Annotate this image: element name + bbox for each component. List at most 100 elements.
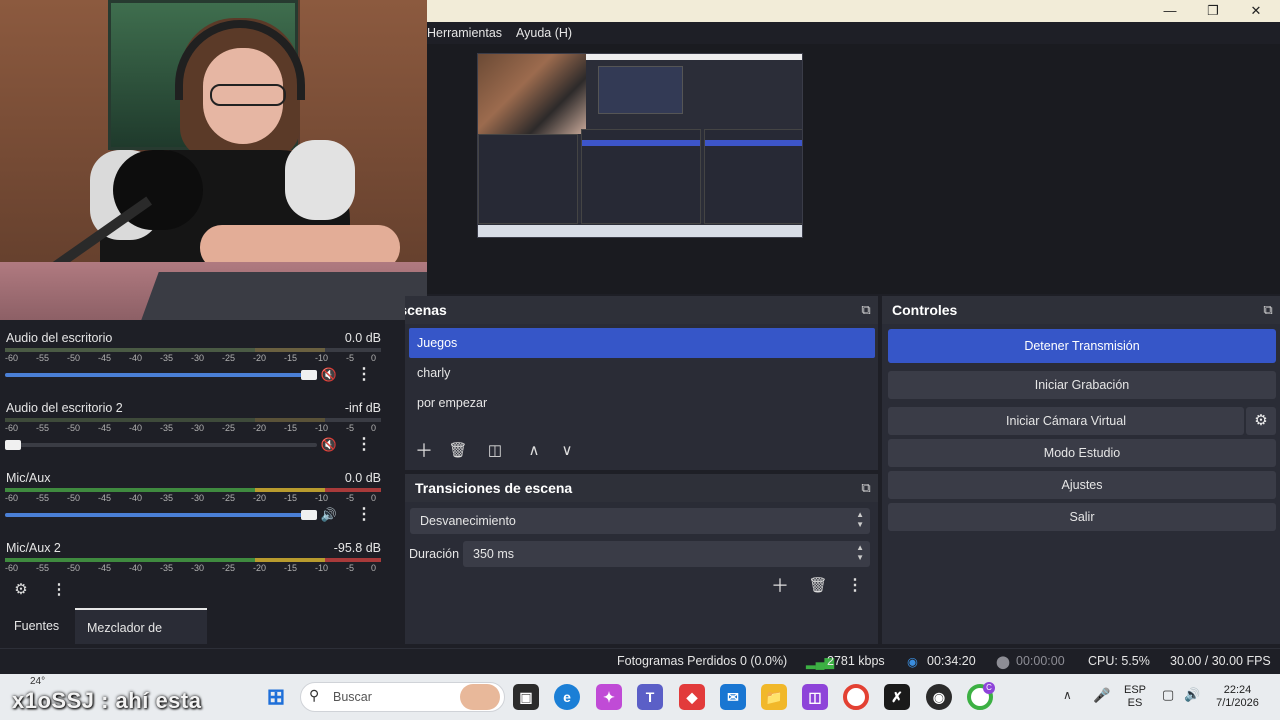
chevron-up-icon[interactable]: ∧ xyxy=(1063,688,1072,702)
capcut-icon[interactable]: ✗ xyxy=(884,684,910,710)
meter-tick-label: -30 xyxy=(191,493,205,503)
channel-menu-button[interactable]: ⋮ xyxy=(355,434,373,456)
tab-sources[interactable]: Fuentes xyxy=(2,608,71,644)
dock-tabs: Fuentes Mezclador de audio xyxy=(0,606,401,671)
channel-name: Audio del escritorio 2 xyxy=(6,401,123,415)
stream-time: 00:34:20 xyxy=(927,654,976,668)
teams-icon[interactable]: T xyxy=(637,684,663,710)
meter-tick-label: -50 xyxy=(67,563,81,573)
close-icon[interactable]: ✕ xyxy=(1246,2,1266,20)
windows-start-icon[interactable]: ⊞ xyxy=(263,684,289,710)
meter-ticks: -60 -55 -50 -45 -40 -35 -30 -25 -20 -15 -10 -5 0 xyxy=(5,423,381,435)
channel-db: 0.0 dB xyxy=(344,471,381,485)
start-recording-button[interactable]: Iniciar Grabación xyxy=(888,371,1276,399)
speaker-icon[interactable]: 🔊 xyxy=(320,507,338,523)
delete-transition-icon[interactable]: 🗑 xyxy=(805,574,831,598)
undock-icon[interactable]: ⧉ xyxy=(858,480,874,496)
add-transition-icon[interactable]: ＋ xyxy=(767,574,793,598)
twitch-icon[interactable]: ◫ xyxy=(802,684,828,710)
meter-tick-label: -35 xyxy=(160,563,174,573)
meter-tick-label: -30 xyxy=(191,563,205,573)
volume-slider[interactable] xyxy=(5,440,317,450)
volume-icon[interactable]: 🔊 xyxy=(1184,687,1200,703)
restore-icon[interactable]: ❐ xyxy=(1203,2,1223,20)
status-bar: Fotogramas Perdidos 0 (0.0%) ▂▄▆ 2781 kb… xyxy=(0,648,1280,674)
meter-tick-label: -40 xyxy=(129,353,143,363)
webcam-feed xyxy=(0,0,427,320)
meter-tick-label: -35 xyxy=(160,493,174,503)
menu-tools[interactable]: Herramientas xyxy=(427,26,502,40)
channel-menu-button[interactable]: ⋮ xyxy=(355,364,373,386)
search-icon: ⚲ xyxy=(309,687,320,703)
scene-item[interactable]: Juegos xyxy=(409,328,875,358)
transition-select[interactable]: Desvanecimiento ▲ ▼ xyxy=(410,508,870,534)
meter-tick-label: -10 xyxy=(315,423,329,433)
meter-tick-label: -50 xyxy=(67,423,81,433)
menu-bar: Herramientas Ayuda (H) xyxy=(427,22,1280,44)
scene-item[interactable]: por empezar xyxy=(409,388,875,418)
move-up-icon[interactable]: ∧ xyxy=(521,439,547,463)
duration-spinbox[interactable]: 350 ms ▲ ▼ xyxy=(463,541,870,567)
scene-filters-icon[interactable]: ◫ xyxy=(482,439,508,463)
meter-tick-label: -5 xyxy=(346,493,355,503)
anydesk-icon[interactable]: ◆ xyxy=(679,684,705,710)
copilot-icon[interactable]: ✦ xyxy=(596,684,622,710)
meter-tick-label: -35 xyxy=(160,353,174,363)
minimize-icon[interactable]: — xyxy=(1160,2,1180,20)
clock[interactable]: 22:24 7/1/2026 xyxy=(1210,684,1265,710)
file-explorer-icon[interactable]: 📁 xyxy=(761,684,787,710)
volume-slider[interactable] xyxy=(5,370,317,380)
advanced-audio-gear-icon[interactable]: ⚙ xyxy=(8,578,34,602)
channel-menu-button[interactable]: ⋮ xyxy=(355,504,373,526)
undock-icon[interactable]: ⧉ xyxy=(858,302,874,318)
move-down-icon[interactable]: ∨ xyxy=(554,439,580,463)
duration-label: Duración xyxy=(409,547,460,561)
weather-temp[interactable]: 24° xyxy=(30,676,45,687)
spinner-arrows-icon[interactable]: ▲ ▼ xyxy=(856,543,864,563)
speaker-muted-icon[interactable]: 🔇 xyxy=(320,437,338,453)
channel-db: 0.0 dB xyxy=(344,331,381,345)
meter-tick-label: -40 xyxy=(129,493,143,503)
menu-help[interactable]: Ayuda (H) xyxy=(516,26,572,40)
chat-overlay: x1oSSJ : ahí esta xyxy=(12,688,202,713)
meter-tick-label: -15 xyxy=(284,423,298,433)
meter-tick-label: -25 xyxy=(222,353,236,363)
settings-button[interactable]: Ajustes xyxy=(888,471,1276,499)
meter-tick-label: -60 xyxy=(5,423,19,433)
edge-browser-icon[interactable]: e xyxy=(554,684,580,710)
delete-scene-icon[interactable]: 🗑 xyxy=(445,439,471,463)
virtual-camera-settings-gear-icon[interactable]: ⚙ xyxy=(1246,407,1276,435)
exit-button[interactable]: Salir xyxy=(888,503,1276,531)
add-scene-icon[interactable]: ＋ xyxy=(411,439,437,463)
meter-tick-label: -20 xyxy=(253,563,267,573)
microphone-icon[interactable]: 🎤 xyxy=(1093,687,1110,704)
meter-tick-label: -60 xyxy=(5,353,19,363)
chrome-icon[interactable] xyxy=(843,684,869,710)
meter-tick-label: -10 xyxy=(315,493,329,503)
network-icon[interactable]: ▢ xyxy=(1162,687,1174,703)
undock-icon[interactable]: ⧉ xyxy=(1260,302,1276,318)
obs-icon[interactable]: ◉ xyxy=(926,684,952,710)
language-indicator[interactable]: ESP ES xyxy=(1120,684,1150,710)
stop-stream-button[interactable]: Detener Transmisión xyxy=(888,329,1276,363)
record-time: 00:00:00 xyxy=(1016,654,1065,668)
mail-icon[interactable]: ✉ xyxy=(720,684,746,710)
meter-tick-label: -20 xyxy=(253,493,267,503)
channel-name: Mic/Aux xyxy=(6,471,51,485)
transitions-title: Transiciones de escena xyxy=(415,480,573,496)
meter-tick-label: 0 xyxy=(371,353,377,363)
meter-tick-label: -25 xyxy=(222,493,236,503)
tab-audio-mixer[interactable]: Mezclador de audio xyxy=(75,608,207,671)
mixer-menu-button[interactable]: ⋮ xyxy=(46,578,72,602)
transition-menu-button[interactable]: ⋮ xyxy=(842,574,868,598)
preview-canvas[interactable] xyxy=(427,44,1280,294)
start-virtual-camera-button[interactable]: Iniciar Cámara Virtual xyxy=(888,407,1244,435)
mixer-channel: Audio del escritorio 0.0 dB -60 -55 -50 -45… xyxy=(0,331,401,401)
meter-tick-label: -15 xyxy=(284,493,298,503)
task-view-icon[interactable]: ▣ xyxy=(513,684,539,710)
speaker-muted-icon[interactable]: 🔇 xyxy=(320,367,338,383)
studio-mode-button[interactable]: Modo Estudio xyxy=(888,439,1276,467)
meter-tick-label: -25 xyxy=(222,563,236,573)
volume-slider[interactable] xyxy=(5,510,317,520)
scene-item[interactable]: charly xyxy=(409,358,875,388)
